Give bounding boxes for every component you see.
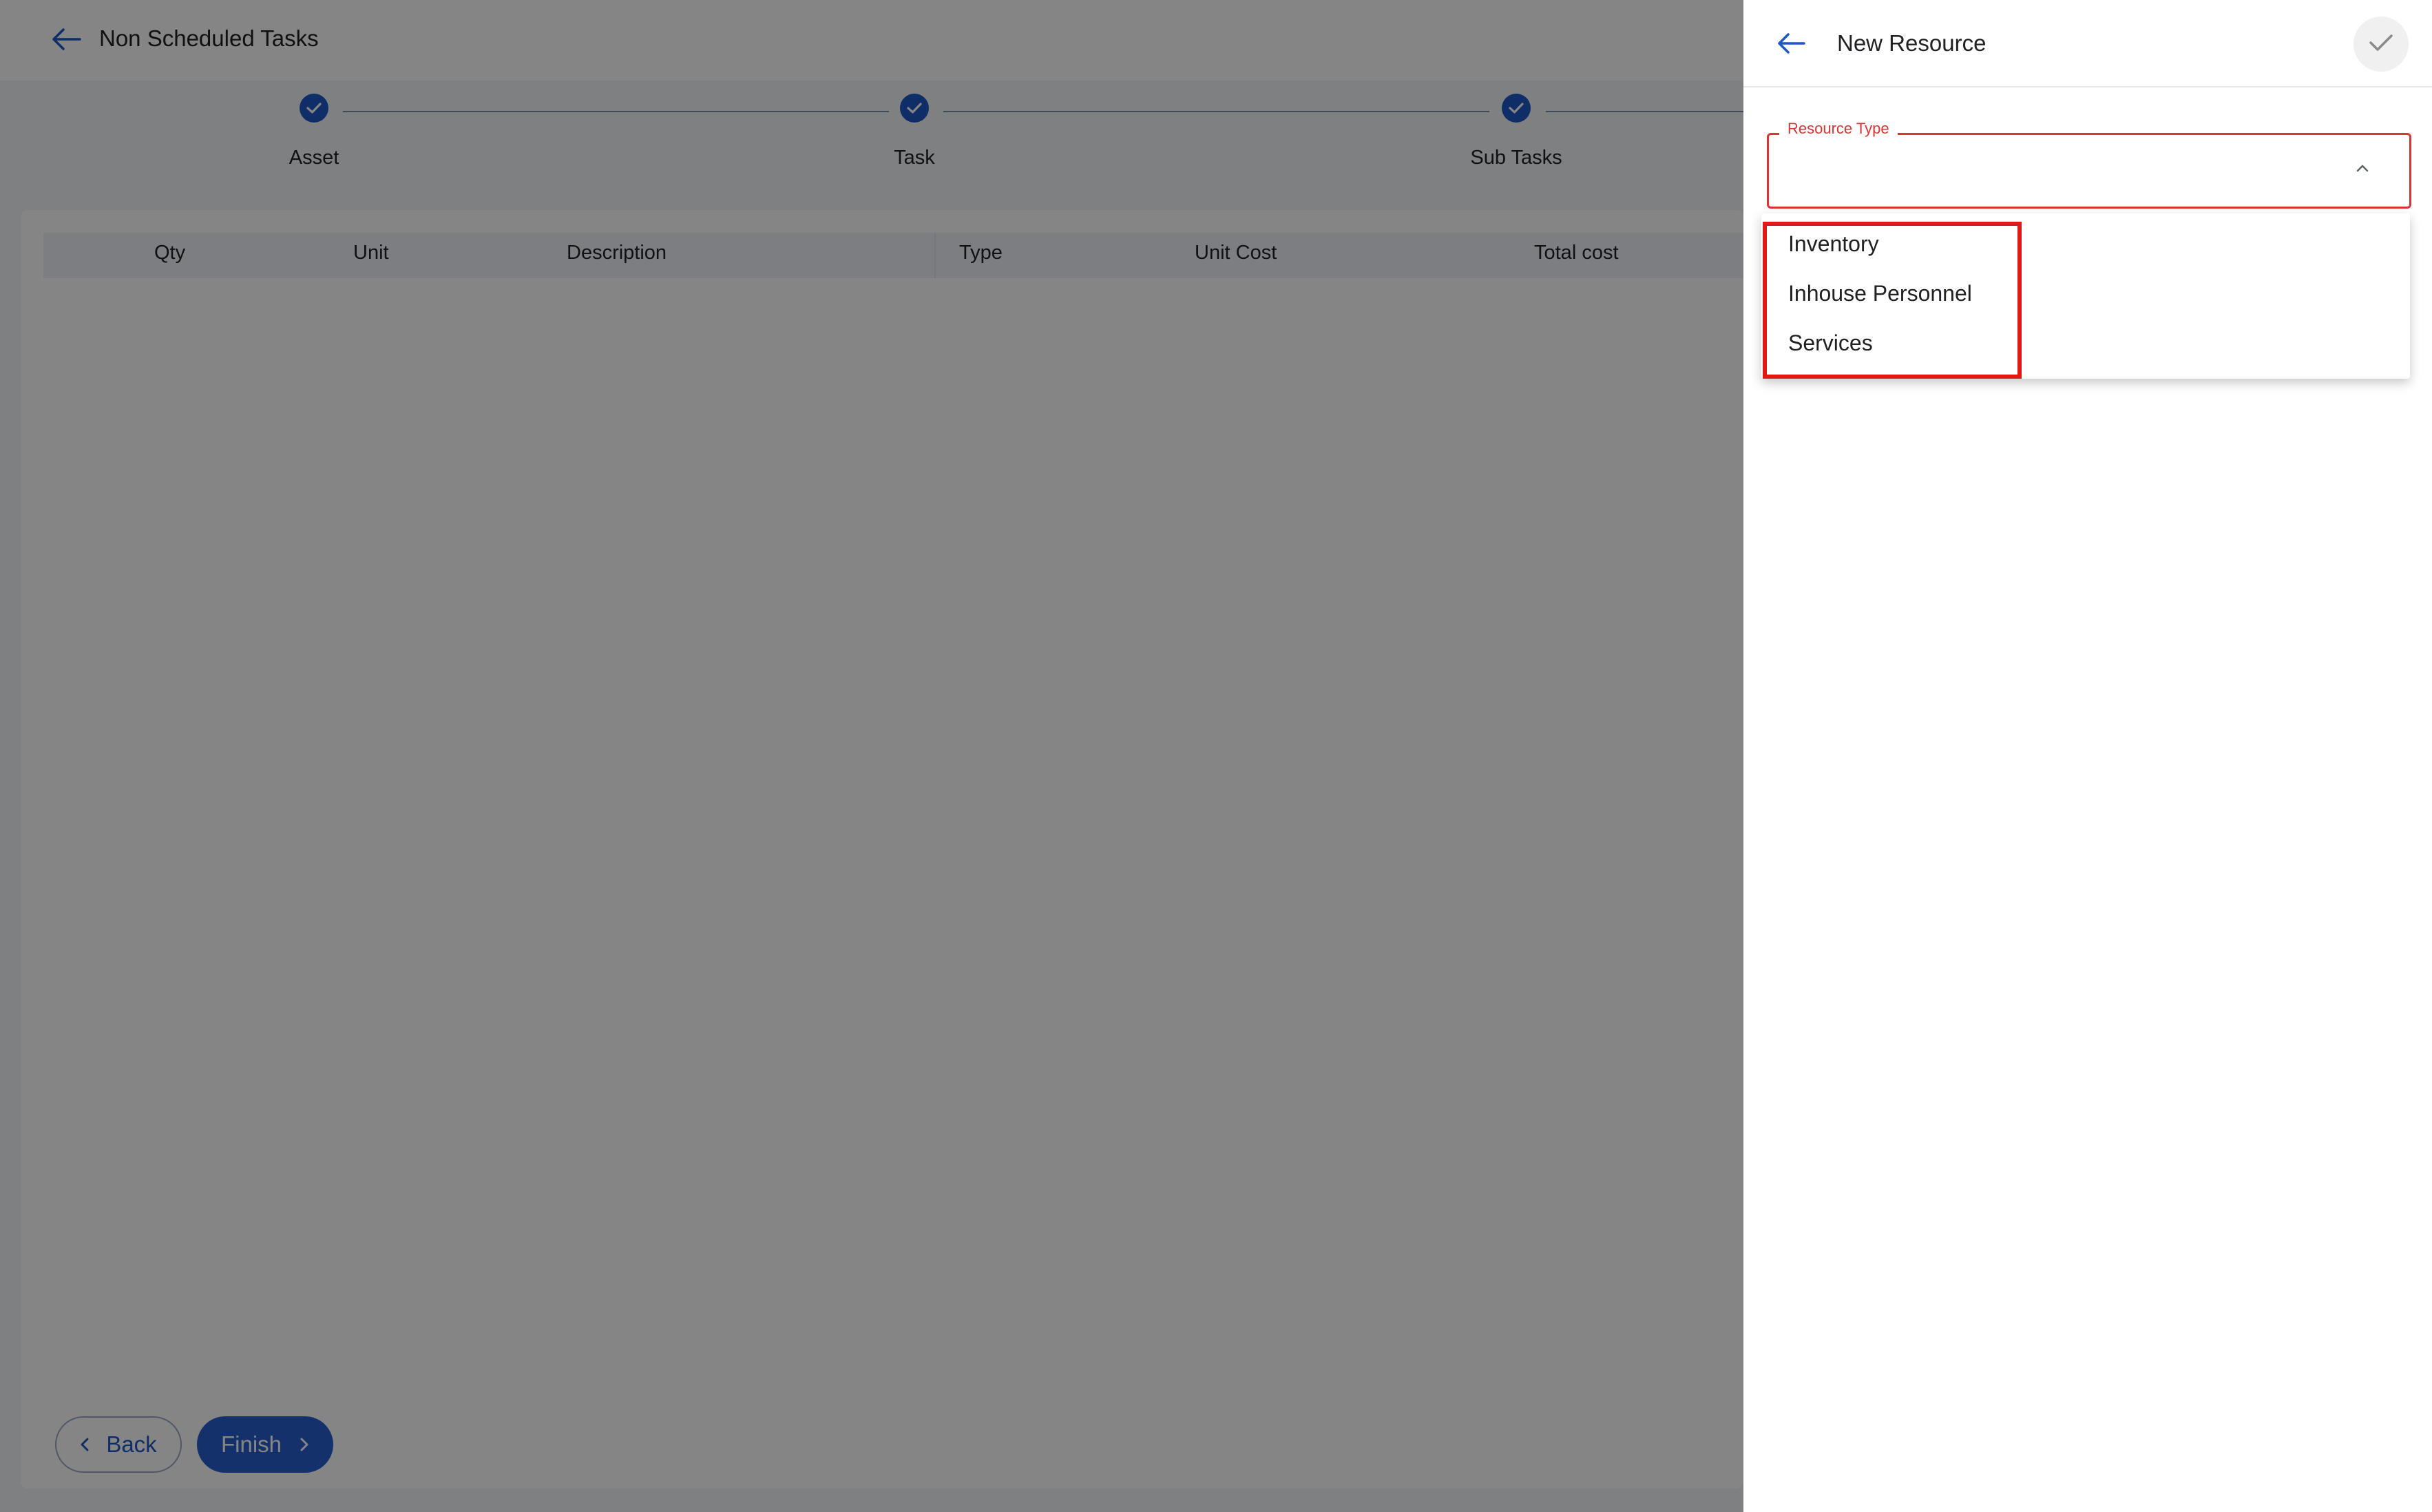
- check-icon: [2369, 33, 2393, 56]
- chevron-up-icon[interactable]: [2356, 163, 2369, 176]
- panel-back-arrow-icon[interactable]: [1776, 32, 1805, 54]
- resource-type-select[interactable]: [1767, 133, 2411, 209]
- panel-title: New Resource: [1837, 30, 1987, 56]
- options-highlight-box: [1763, 222, 2022, 379]
- modal-overlay[interactable]: [0, 0, 1743, 1512]
- save-button[interactable]: [2354, 17, 2409, 72]
- resource-type-label: Resource Type: [1779, 120, 1898, 138]
- new-resource-panel: New Resource Resource Type Inventory Inh…: [1743, 0, 2432, 1512]
